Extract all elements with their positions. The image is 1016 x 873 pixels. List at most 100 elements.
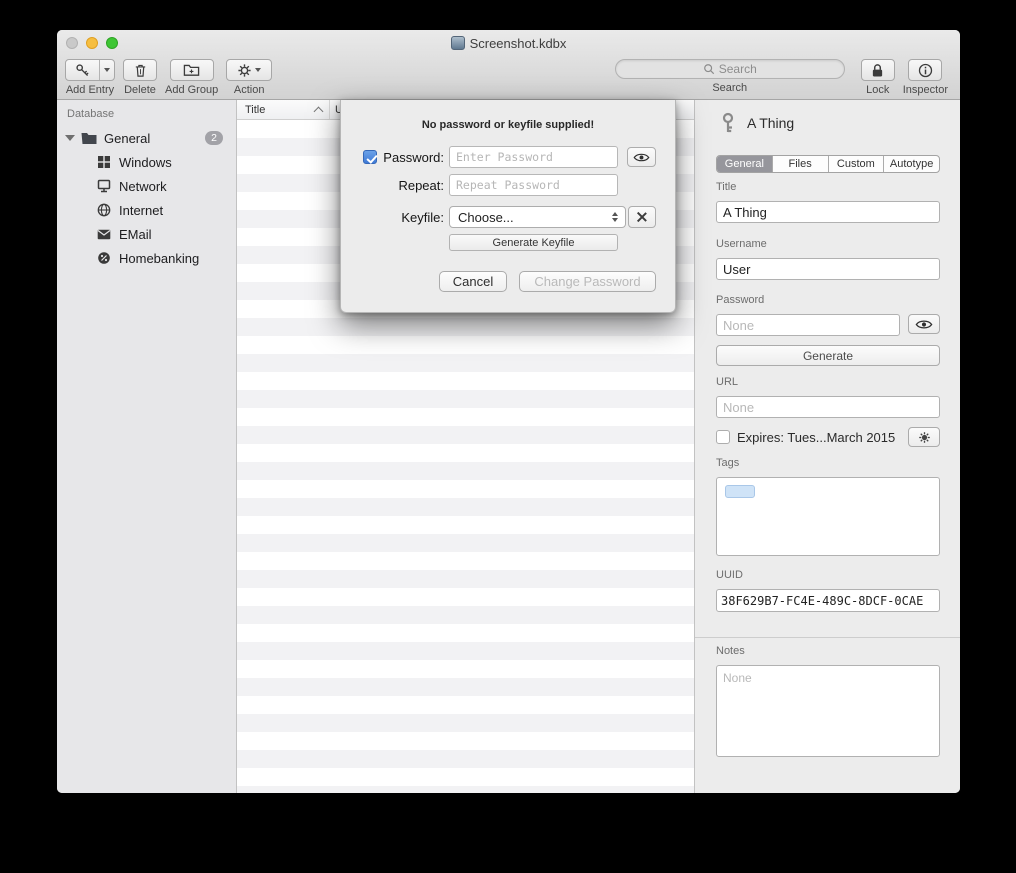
delete-label: Delete <box>124 84 156 96</box>
action-button[interactable]: Action <box>226 59 272 96</box>
reveal-password-button[interactable] <box>908 314 940 334</box>
generate-label: Generate <box>803 349 853 363</box>
tab-general[interactable]: General <box>717 156 772 172</box>
column-divider[interactable] <box>329 100 330 119</box>
tags-field[interactable] <box>716 477 940 556</box>
monitor-icon <box>96 179 112 193</box>
chevron-down-icon <box>255 68 261 72</box>
dialog-reveal-password-button[interactable] <box>627 147 656 167</box>
add-entry-label: Add Entry <box>66 84 114 96</box>
uuid-label: UUID <box>716 569 743 581</box>
inspector-button[interactable]: Inspector <box>903 59 948 96</box>
titlebar: Screenshot.kdbx <box>57 30 960 56</box>
eye-icon <box>633 152 650 163</box>
generate-password-button[interactable]: Generate <box>716 345 940 366</box>
dialog-repeat-input[interactable] <box>449 174 618 196</box>
chevron-down-icon <box>104 68 110 72</box>
column-header-title[interactable]: Title <box>245 104 265 116</box>
sidebar-item-label: Internet <box>119 203 163 218</box>
tab-files[interactable]: Files <box>772 156 828 172</box>
key-icon <box>66 60 99 80</box>
search-icon <box>703 63 715 75</box>
search-placeholder: Search <box>719 62 757 76</box>
window-title-area: Screenshot.kdbx <box>57 30 960 56</box>
sidebar-item-label: Homebanking <box>119 251 199 266</box>
tags-label: Tags <box>716 457 739 469</box>
gear-icon <box>237 63 252 78</box>
globe-icon <box>96 203 112 217</box>
cancel-button[interactable]: Cancel <box>439 271 507 292</box>
gear-icon <box>918 431 931 444</box>
add-group-label: Add Group <box>165 84 218 96</box>
password-field-label: Password <box>716 294 764 306</box>
add-entry-button[interactable]: Add Entry <box>65 59 115 96</box>
entry-header: A Thing <box>719 112 794 134</box>
action-label: Action <box>234 84 265 96</box>
password-field[interactable] <box>716 314 900 336</box>
dialog-password-label: Password: <box>379 150 444 165</box>
trash-icon <box>133 63 148 78</box>
sidebar-item-email[interactable]: EMail <box>57 222 236 246</box>
envelope-icon <box>96 229 112 240</box>
tag-chip[interactable] <box>725 485 755 498</box>
key-icon <box>719 112 737 134</box>
keyfile-dropdown-value: Choose... <box>458 210 514 225</box>
search-input[interactable]: Search <box>615 59 845 79</box>
dialog-password-input[interactable] <box>449 146 618 168</box>
tab-custom[interactable]: Custom <box>828 156 884 172</box>
sidebar: Database General 2 Windows <box>57 100 237 793</box>
uuid-field[interactable] <box>716 589 940 612</box>
generate-keyfile-button[interactable]: Generate Keyfile <box>449 234 618 251</box>
notes-field[interactable] <box>716 665 940 757</box>
dialog-keyfile-label: Keyfile: <box>363 210 444 225</box>
eye-icon <box>915 319 933 330</box>
search-label: Search <box>712 82 747 94</box>
app-icon <box>451 36 465 50</box>
username-field[interactable] <box>716 258 940 280</box>
clear-keyfile-button[interactable] <box>628 206 656 228</box>
add-entry-dropdown[interactable] <box>99 60 114 80</box>
dialog-repeat-label: Repeat: <box>363 178 444 193</box>
info-circle-icon <box>918 63 933 78</box>
lock-button[interactable]: Lock <box>861 59 895 96</box>
delete-button[interactable]: Delete <box>123 59 157 96</box>
toolbar: Add Entry Delete <box>57 56 960 100</box>
windows-grid-icon <box>96 155 112 169</box>
window-title: Screenshot.kdbx <box>470 36 567 51</box>
password-checkbox[interactable] <box>363 150 377 164</box>
username-field-label: Username <box>716 238 767 250</box>
search-area: Search Search <box>615 59 845 94</box>
inspector-label: Inspector <box>903 84 948 96</box>
notes-label: Notes <box>716 645 745 657</box>
sidebar-item-internet[interactable]: Internet <box>57 198 236 222</box>
sidebar-item-label: General <box>104 131 150 146</box>
url-field[interactable] <box>716 396 940 418</box>
tab-autotype[interactable]: Autotype <box>883 156 939 172</box>
sidebar-item-homebanking[interactable]: Homebanking <box>57 246 236 270</box>
folder-icon <box>81 132 97 145</box>
title-field-label: Title <box>716 181 736 193</box>
dialog-message: No password or keyfile supplied! <box>341 119 675 131</box>
desktop: Screenshot.kdbx Add Entry <box>0 0 1016 873</box>
keyfile-dropdown[interactable]: Choose... <box>449 206 626 228</box>
cancel-label: Cancel <box>453 274 493 289</box>
app-window: Screenshot.kdbx Add Entry <box>57 30 960 793</box>
sort-ascending-icon <box>314 107 324 117</box>
entry-count-badge: 2 <box>205 131 223 145</box>
section-divider <box>695 637 960 638</box>
expires-label: Expires: Tues...March 2015 <box>737 430 895 445</box>
expires-checkbox[interactable] <box>716 430 730 444</box>
window-chrome: Screenshot.kdbx Add Entry <box>57 30 960 100</box>
sidebar-item-windows[interactable]: Windows <box>57 150 236 174</box>
sidebar-item-label: Network <box>119 179 167 194</box>
sidebar-item-general[interactable]: General 2 <box>57 126 236 150</box>
disclosure-triangle-icon[interactable] <box>65 135 75 141</box>
title-field[interactable] <box>716 201 940 223</box>
folder-plus-icon <box>183 63 200 77</box>
sidebar-item-label: EMail <box>119 227 152 242</box>
sidebar-item-network[interactable]: Network <box>57 174 236 198</box>
change-password-button[interactable]: Change Password <box>519 271 656 292</box>
sidebar-item-label: Windows <box>119 155 172 170</box>
add-group-button[interactable]: Add Group <box>165 59 218 96</box>
expires-settings-button[interactable] <box>908 427 940 447</box>
